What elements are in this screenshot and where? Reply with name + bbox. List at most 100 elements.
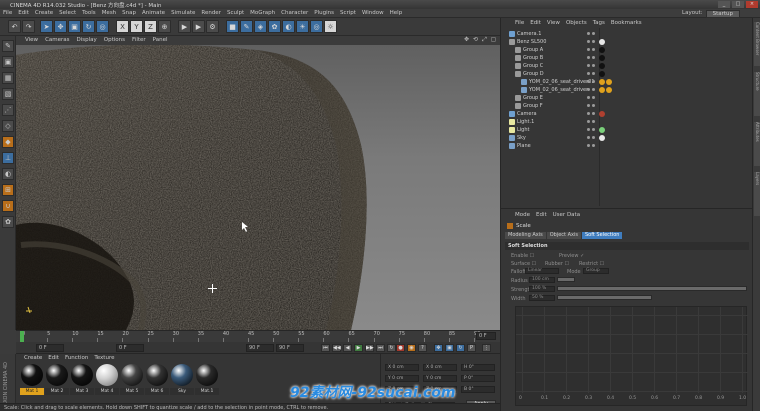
side-tab[interactable]: Attributes (754, 122, 760, 166)
render-view-icon[interactable]: ▶ (178, 20, 191, 33)
y-axis-lock[interactable]: Y (130, 20, 143, 33)
next-frame-button[interactable]: ▶▶ (365, 344, 374, 352)
scale-icon[interactable]: ▣ (68, 20, 81, 33)
material-tag-icon[interactable] (599, 135, 605, 141)
polygons-mode-icon[interactable]: ◆ (2, 136, 14, 148)
option-checkbox[interactable]: ☐ (565, 261, 569, 267)
attr-menu-item[interactable]: Mode (515, 212, 530, 218)
material-tag-icon[interactable] (606, 87, 612, 93)
visibility-dots[interactable] (587, 144, 595, 147)
strength-field[interactable]: 100 % (529, 286, 555, 292)
axis-mode-icon[interactable]: ⊥ (2, 152, 14, 164)
prev-frame-button[interactable]: ◀ (343, 344, 352, 352)
last-tool-icon[interactable]: ◎ (96, 20, 109, 33)
model-mode-icon[interactable]: ▣ (2, 56, 14, 68)
om-menu-edit[interactable]: Edit (530, 20, 541, 26)
menu-sculpt[interactable]: Sculpt (227, 10, 244, 16)
render-visibility-dot[interactable] (592, 144, 595, 147)
material-tag-icon[interactable] (599, 47, 605, 53)
render-visibility-dot[interactable] (592, 32, 595, 35)
coord-field-b[interactable]: X 0 cm (423, 364, 457, 371)
material-tag-icon[interactable] (599, 55, 605, 61)
render-settings-icon[interactable]: ⚙ (206, 20, 219, 33)
material-tag-icon[interactable] (599, 87, 605, 93)
visibility-dots[interactable] (587, 104, 595, 107)
viewport[interactable] (16, 45, 500, 330)
render-visibility-dot[interactable] (592, 128, 595, 131)
material-menu-function[interactable]: Function (65, 355, 88, 361)
loop-button[interactable]: ↻ (387, 344, 396, 352)
soft-selection-option[interactable]: Rubber ☐ (545, 261, 569, 267)
move-icon[interactable]: ✥ (54, 20, 67, 33)
visibility-dots[interactable] (587, 136, 595, 139)
material-slot[interactable]: Mat 1 (20, 364, 44, 397)
visibility-dots[interactable] (587, 32, 595, 35)
end-frame-field[interactable]: 90 F (246, 344, 274, 352)
object-row[interactable]: YOM_02_06_seat_driver (505, 86, 751, 94)
material-slot[interactable]: Mat 5 (120, 364, 144, 397)
strength-slider[interactable] (557, 286, 747, 291)
render-visibility-dot[interactable] (592, 40, 595, 43)
editor-visibility-dot[interactable] (587, 112, 590, 115)
editor-visibility-dot[interactable] (587, 80, 590, 83)
editor-visibility-dot[interactable] (587, 56, 590, 59)
om-menu-file[interactable]: File (515, 20, 524, 26)
render-picture-viewer-icon[interactable]: ▶ (192, 20, 205, 33)
object-row[interactable]: Group C (505, 62, 751, 70)
object-row[interactable]: Camera (505, 110, 751, 118)
menu-mograph[interactable]: MoGraph (250, 10, 275, 16)
material-slot[interactable]: Mat 2 (45, 364, 69, 397)
side-tab[interactable]: Layers (754, 172, 760, 216)
maximize-button[interactable]: □ (732, 1, 744, 8)
z-axis-lock[interactable]: Z (144, 20, 157, 33)
make-editable-icon[interactable]: ✎ (2, 40, 14, 52)
render-visibility-dot[interactable] (592, 56, 595, 59)
material-tag-icon[interactable] (599, 111, 605, 117)
tweak-mode-icon[interactable]: ◐ (2, 168, 14, 180)
keyframe-selection-button[interactable]: ? (418, 344, 427, 352)
edges-mode-icon[interactable]: ◇ (2, 120, 14, 132)
object-row[interactable]: Group F (505, 102, 751, 110)
scene-icon[interactable]: ☀ (296, 20, 309, 33)
points-mode-icon[interactable]: ⋰ (2, 104, 14, 116)
prev-key-button[interactable]: ◀◀ (332, 344, 341, 352)
visibility-dots[interactable] (587, 80, 595, 83)
editor-visibility-dot[interactable] (587, 120, 590, 123)
viewport-menu-panel[interactable]: Panel (153, 37, 168, 43)
menu-tools[interactable]: Tools (82, 10, 96, 16)
visibility-dots[interactable] (587, 72, 595, 75)
soft-selection-option[interactable]: Enable ☐ (511, 253, 534, 259)
material-menu-texture[interactable]: Texture (94, 355, 114, 361)
material-tag-icon[interactable] (606, 79, 612, 85)
side-tab[interactable]: Structure (754, 72, 760, 116)
radius-slider[interactable] (557, 277, 575, 282)
mode-dropdown[interactable]: Group (583, 268, 609, 274)
texture-mode-icon[interactable]: ▦ (2, 72, 14, 84)
visibility-dots[interactable] (587, 128, 595, 131)
render-visibility-dot[interactable] (592, 64, 595, 67)
key-scale-button[interactable]: ▣ (445, 344, 454, 352)
record-button[interactable]: ● (396, 344, 405, 352)
menu-render[interactable]: Render (201, 10, 221, 16)
key-rotation-button[interactable]: ↻ (456, 344, 465, 352)
object-row[interactable]: Plane (505, 142, 751, 150)
render-visibility-dot[interactable] (592, 104, 595, 107)
material-menu-create[interactable]: Create (24, 355, 42, 361)
material-menu-edit[interactable]: Edit (48, 355, 59, 361)
material-tag-icon[interactable] (599, 39, 605, 45)
editor-visibility-dot[interactable] (587, 48, 590, 51)
falloff-dropdown[interactable]: Linear (525, 268, 559, 274)
viewport-menu-display[interactable]: Display (77, 37, 97, 43)
close-button[interactable]: × (746, 1, 758, 8)
side-tab[interactable]: Content Browser (754, 22, 760, 66)
menu-file[interactable]: File (3, 10, 12, 16)
menu-create[interactable]: Create (35, 10, 53, 16)
menu-script[interactable]: Script (340, 10, 356, 16)
menu-plugins[interactable]: Plugins (314, 10, 334, 16)
coord-field-a[interactable]: Y 0 cm (385, 375, 419, 382)
option-checkbox[interactable]: ✓ (580, 253, 584, 259)
coord-field-c[interactable]: H 0° (461, 364, 495, 371)
minimize-button[interactable]: _ (718, 1, 730, 8)
timeline-ruler[interactable]: 0510152025303540455055606570758085900 F (16, 330, 500, 342)
deformer-icon[interactable]: ◐ (282, 20, 295, 33)
